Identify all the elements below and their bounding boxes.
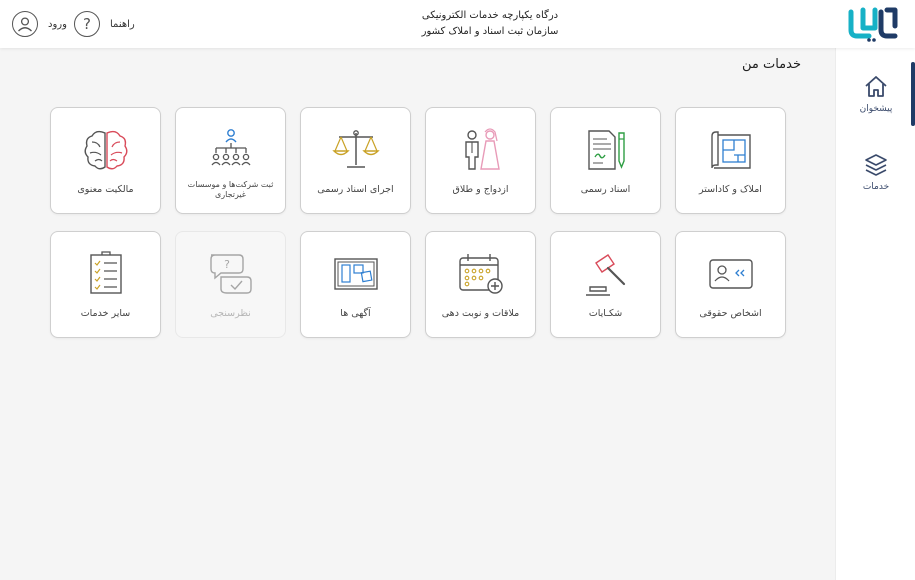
couple-icon	[453, 122, 509, 178]
tile-intellectual-property[interactable]: مالکیت معنوی	[50, 107, 161, 214]
tile-label: اشخاص حقوقی	[699, 308, 762, 319]
chat-survey-icon: ?	[203, 246, 259, 302]
tile-company-registration[interactable]: ثبت شرکت‌ها و موسسات غیرتجاری	[175, 107, 286, 214]
gavel-icon	[578, 246, 634, 302]
tile-label: املاک و کاداستر	[699, 184, 762, 195]
help-label: راهنما	[110, 18, 135, 30]
tile-label: اجرای اسناد رسمی	[317, 184, 394, 195]
bulletin-board-icon	[328, 246, 384, 302]
tile-label: سایر خدمات	[80, 308, 131, 319]
tile-marriage-divorce[interactable]: ازدواج و طلاق	[425, 107, 536, 214]
checklist-icon	[78, 246, 134, 302]
login-label: ورود	[48, 18, 67, 30]
top-bar: درگاه یکپارچه خدمات الکترونیکی سازمان ثب…	[0, 0, 915, 48]
portal-title-line2: سازمان ثبت اسناد و املاک کشور	[421, 26, 559, 37]
help-button[interactable]: ? راهنما	[74, 11, 135, 37]
sidebar-item-label: خدمات	[862, 182, 890, 192]
document-pen-icon	[578, 122, 634, 178]
tile-property-cadastre[interactable]: املاک و کاداستر	[675, 107, 786, 214]
user-icon	[12, 11, 38, 37]
tile-appointments[interactable]: ملاقات و نوبت دهی	[425, 231, 536, 338]
tile-label: نظرسنجی	[210, 308, 251, 319]
portal-title: درگاه یکپارچه خدمات الکترونیکی سازمان ثب…	[380, 8, 600, 40]
sidebar-item-label: پیشخوان	[859, 104, 893, 114]
sidebar-item-dashboard[interactable]: پیشخوان	[836, 74, 915, 114]
blueprint-icon	[703, 122, 759, 178]
sidebar: پیشخوان خدمات	[835, 48, 915, 580]
tile-label: شکـایات	[588, 308, 623, 319]
page-title: خدمات من	[741, 57, 801, 72]
svg-text:?: ?	[224, 258, 230, 271]
portal-title-line1: درگاه یکپارچه خدمات الکترونیکی	[421, 10, 559, 21]
tile-other-services[interactable]: سایر خدمات	[50, 231, 161, 338]
tile-label: ازدواج و طلاق	[452, 184, 509, 195]
tile-label: مالکیت معنوی	[77, 184, 134, 195]
site-logo[interactable]	[847, 6, 899, 42]
tile-label: ملاقات و نوبت دهی	[441, 308, 520, 319]
org-chart-icon	[203, 122, 259, 178]
layers-icon	[865, 154, 887, 176]
tile-official-documents[interactable]: اسناد رسمی	[550, 107, 661, 214]
calendar-add-icon	[453, 246, 509, 302]
brain-icon	[78, 122, 134, 178]
tile-survey: ? نظرسنجی	[175, 231, 286, 338]
tile-complaints[interactable]: شکـایات	[550, 231, 661, 338]
tile-label: ثبت شرکت‌ها و موسسات غیرتجاری	[187, 180, 274, 199]
tile-label: آگهی ها	[340, 308, 371, 319]
tile-label: اسناد رسمی	[580, 184, 631, 195]
login-button[interactable]: ورود	[12, 11, 67, 37]
scales-icon	[328, 122, 384, 178]
tile-deed-execution[interactable]: اجرای اسناد رسمی	[300, 107, 411, 214]
home-icon	[865, 76, 887, 97]
help-icon: ?	[74, 11, 100, 37]
tile-announcements[interactable]: آگهی ها	[300, 231, 411, 338]
tile-legal-entities[interactable]: اشخاص حقوقی	[675, 231, 786, 338]
sidebar-item-services[interactable]: خدمات	[836, 152, 915, 192]
id-card-icon	[703, 246, 759, 302]
